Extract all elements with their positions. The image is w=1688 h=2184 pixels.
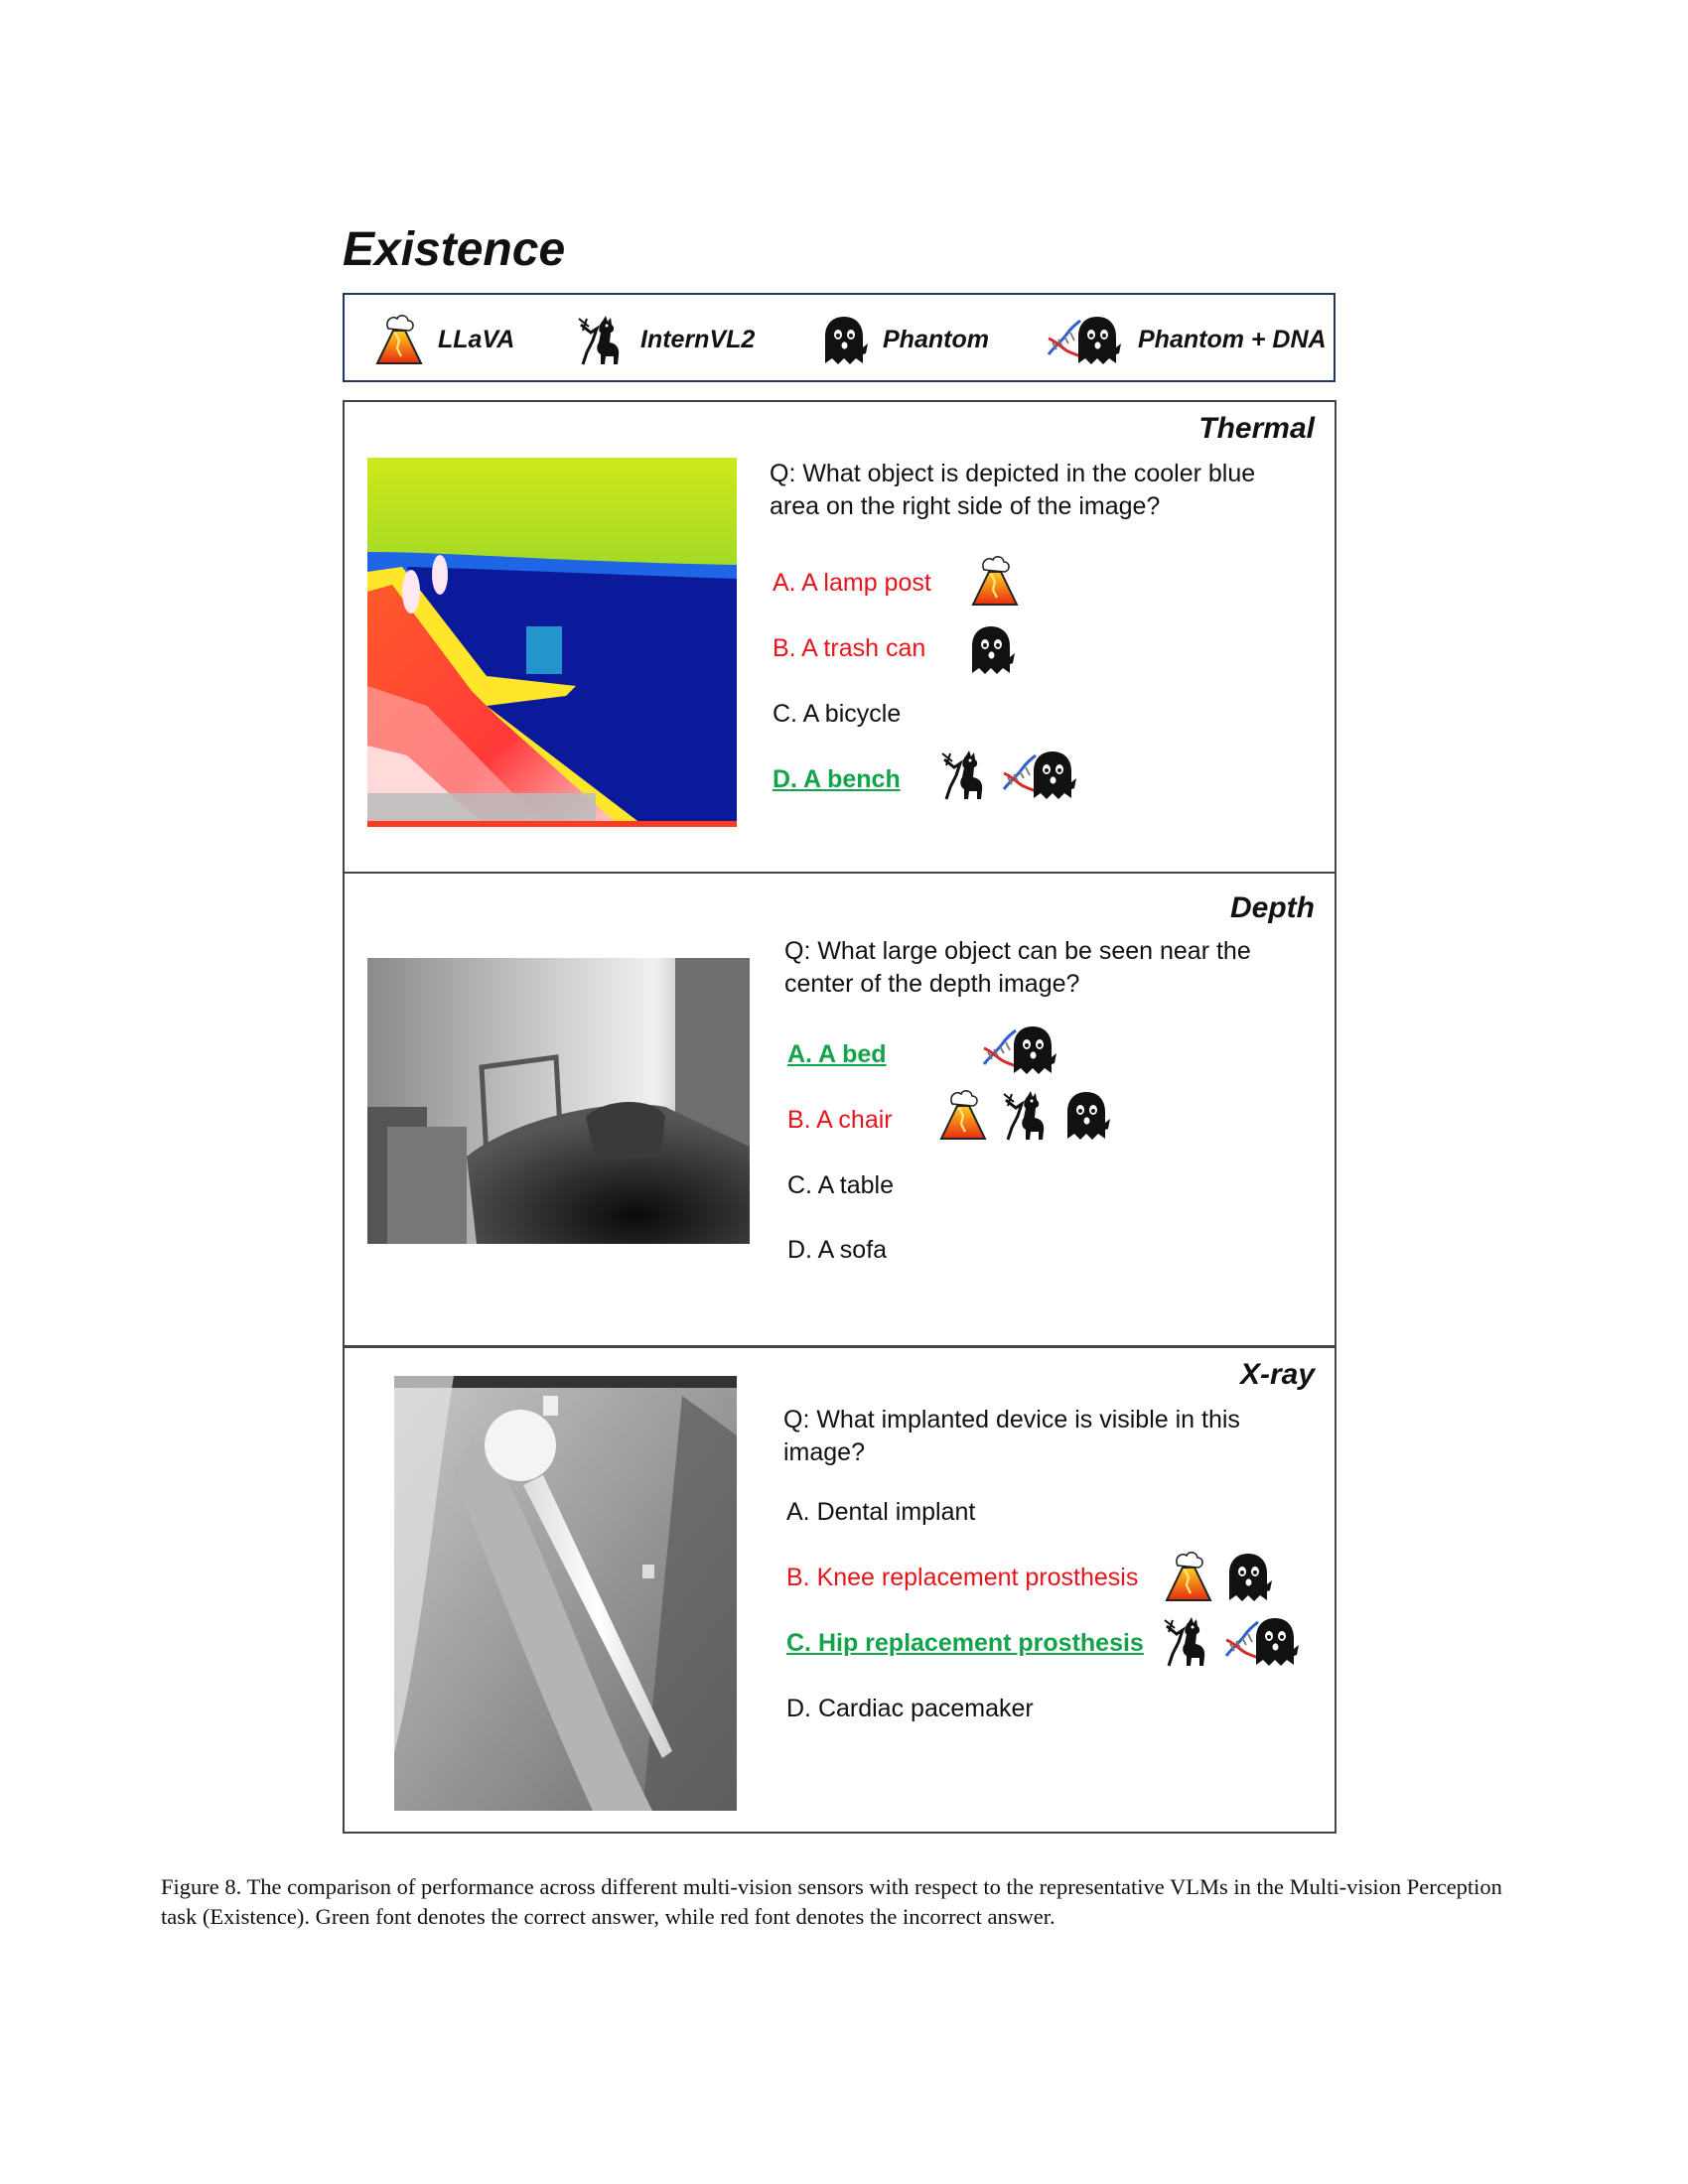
legend-label: InternVL2 <box>640 325 756 353</box>
panel-thermal: Thermal Q: What object is depicted in th <box>343 400 1336 874</box>
llava-volcano-icon <box>938 1088 988 1142</box>
legend-item-internvl2: InternVL2 <box>573 313 755 366</box>
option-b: B. A chair <box>787 1106 893 1134</box>
model-icons <box>938 1088 1111 1142</box>
llava-volcano-icon <box>970 554 1020 608</box>
internvl2-llama-icon <box>573 313 627 366</box>
option-d: D. A sofa <box>787 1236 888 1264</box>
option-a: A. Dental implant <box>786 1498 976 1526</box>
question-text: Q: What implanted device is visible in t… <box>783 1406 1240 1466</box>
legend-item-llava: LLaVA <box>374 313 514 366</box>
legend-item-phantom: Phantom <box>819 313 989 366</box>
panel-title: Thermal <box>1198 412 1315 445</box>
phantom-ghost-icon <box>966 622 1016 676</box>
question-text: Q: What large object can be seen near th… <box>784 937 1251 998</box>
option-c: C. A table <box>787 1171 895 1199</box>
model-icons <box>980 1023 1059 1076</box>
option-a: A. A bed <box>787 1040 887 1068</box>
internvl2-llama-icon <box>998 1088 1052 1142</box>
xray-image <box>394 1376 737 1811</box>
phantom-ghost-icon <box>819 313 869 366</box>
panel-title: Depth <box>1230 891 1315 924</box>
legend-label: LLaVA <box>438 325 515 353</box>
internvl2-llama-icon <box>1159 1614 1212 1668</box>
legend-label: Phantom + DNA <box>1138 325 1327 353</box>
llava-volcano-icon <box>374 313 424 366</box>
phantom-ghost-icon <box>1223 1550 1273 1603</box>
question-text: Q: What object is depicted in the cooler… <box>770 460 1256 520</box>
legend-item-phantom-dna: Phantom + DNA <box>1045 313 1327 366</box>
thermal-image <box>367 458 737 827</box>
option-a: A. A lamp post <box>773 569 931 597</box>
option-b: B. Knee replacement prosthesis <box>786 1564 1139 1591</box>
option-d: D. Cardiac pacemaker <box>786 1695 1034 1722</box>
option-c: C. Hip replacement prosthesis <box>786 1629 1144 1657</box>
model-icons <box>1164 1550 1273 1603</box>
figure-heading: Existence <box>343 223 566 276</box>
figure-caption: Figure 8. The comparison of performance … <box>161 1874 1502 1929</box>
model-icons <box>970 554 1020 608</box>
panel-xray: X-ray Q: What implanted device is visibl… <box>343 1346 1336 1834</box>
panel-depth: Depth Q: What large object can be seen n… <box>343 874 1336 1347</box>
phantom-dna-icon <box>1045 313 1124 366</box>
model-legend: LLaVA InternVL2 Phantom Phantom + DNA <box>343 293 1336 382</box>
model-icons <box>966 622 1016 676</box>
depth-image <box>367 958 750 1244</box>
phantom-dna-icon <box>1000 748 1079 801</box>
internvl2-llama-icon <box>936 748 990 801</box>
phantom-dna-icon <box>980 1023 1059 1076</box>
option-d: D. A bench <box>773 765 901 793</box>
phantom-ghost-icon <box>1061 1088 1111 1142</box>
phantom-dna-icon <box>1222 1614 1302 1668</box>
legend-label: Phantom <box>883 325 989 353</box>
option-b: B. A trash can <box>773 634 926 662</box>
panel-title: X-ray <box>1239 1358 1315 1391</box>
option-c: C. A bicycle <box>773 700 902 728</box>
model-icons <box>936 748 1079 801</box>
model-icons <box>1159 1614 1302 1668</box>
llava-volcano-icon <box>1164 1550 1213 1603</box>
